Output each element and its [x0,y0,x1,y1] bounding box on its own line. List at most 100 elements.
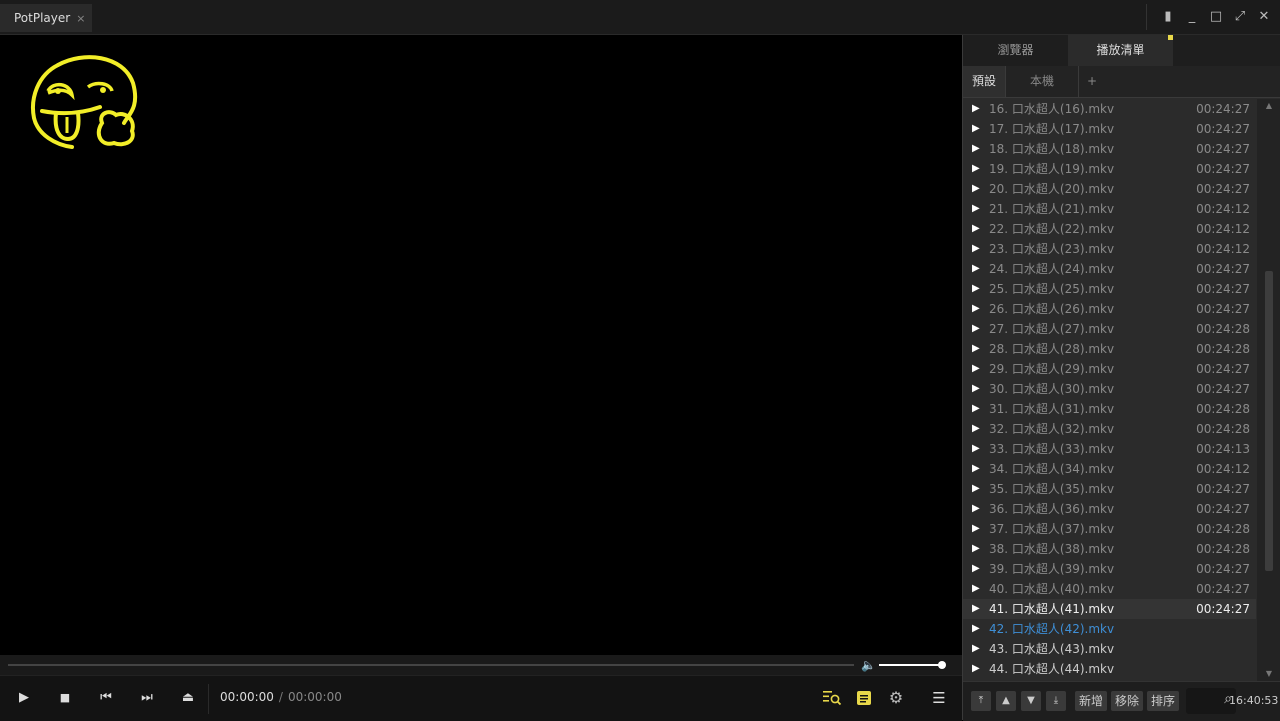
playlist-item[interactable]: ▶ 29. 口水超人(29).mkv 00:24:27 [963,359,1256,379]
playlist-item-duration: 00:24:27 [1196,582,1250,596]
stop-button[interactable]: ■ [54,688,76,708]
playlist-subtabs: 預設 本機 + [963,66,1280,98]
scroll-down-icon[interactable]: ▼ [1257,667,1280,681]
close-icon[interactable]: ✕ [1256,8,1272,26]
volume-slider[interactable] [879,664,941,666]
playlist-item[interactable]: ▶ 39. 口水超人(39).mkv 00:24:27 [963,559,1256,579]
playlist-item[interactable]: ▶ 22. 口水超人(22).mkv 00:24:12 [963,219,1256,239]
play-item-icon: ▶ [972,403,980,414]
playlist-item[interactable]: ▶ 36. 口水超人(36).mkv 00:24:27 [963,499,1256,519]
move-up-icon[interactable]: ▲ [996,691,1016,711]
playlist-item-name: 30. 口水超人(30).mkv [989,382,1115,396]
playlist-item-name: 16. 口水超人(16).mkv [989,102,1115,116]
play-item-icon: ▶ [972,663,980,674]
playlist-item[interactable]: ▶ 30. 口水超人(30).mkv 00:24:27 [963,379,1256,399]
playlist-item[interactable]: ▶ 37. 口水超人(37).mkv 00:24:28 [963,519,1256,539]
playlist-item-duration: 00:24:27 [1196,302,1250,316]
playlist-item-duration: 00:24:28 [1196,402,1250,416]
playlist-item-duration: 00:24:12 [1196,202,1250,216]
fullscreen-icon[interactable]: ⤢ [1232,8,1248,26]
playlist-scrollbar[interactable]: ▲ ▼ [1257,99,1280,681]
close-tab-icon[interactable]: × [76,12,85,25]
playlist-item[interactable]: ▶ 34. 口水超人(34).mkv 00:24:12 [963,459,1256,479]
control-bar: ▶ ■ ⏮ ⏭ ⏏ 00:00:00 / 00:00:00 ⚙ ☰ [0,675,962,721]
playlist-item[interactable]: ▶ 18. 口水超人(18).mkv 00:24:27 [963,139,1256,159]
move-top-icon[interactable]: ⤒ [971,691,991,711]
playlist-item-duration: 00:24:27 [1196,382,1250,396]
play-item-icon: ▶ [972,463,980,474]
playlist-item[interactable]: ▶ 41. 口水超人(41).mkv 00:24:27 [963,599,1256,619]
seek-bar[interactable] [8,664,854,666]
playlist-item-name: 20. 口水超人(20).mkv [989,182,1115,196]
seek-row: 🔈 [0,655,962,675]
volume-knob[interactable] [938,661,946,669]
remove-button[interactable]: 移除 [1111,691,1144,711]
playlist-item[interactable]: ▶ 24. 口水超人(24).mkv 00:24:27 [963,259,1256,279]
play-item-icon: ▶ [972,123,980,134]
maximize-icon[interactable]: □ [1208,8,1224,26]
playlist-item-name: 40. 口水超人(40).mkv [989,582,1115,596]
playlist-item[interactable]: ▶ 42. 口水超人(42).mkv [963,619,1256,639]
play-item-icon: ▶ [972,163,980,174]
scroll-thumb[interactable] [1265,271,1273,571]
volume-icon[interactable]: 🔈 [861,658,876,672]
playlist-search-icon[interactable] [822,689,842,707]
play-item-icon: ▶ [972,383,980,394]
playlist-item-name: 38. 口水超人(38).mkv [989,542,1115,556]
playlist-item[interactable]: ▶ 25. 口水超人(25).mkv 00:24:27 [963,279,1256,299]
settings-icon[interactable]: ⚙ [885,688,907,708]
previous-button[interactable]: ⏮ [95,688,117,708]
subtab-local[interactable]: 本機 [1006,66,1079,97]
playlist-item[interactable]: ▶ 33. 口水超人(33).mkv 00:24:13 [963,439,1256,459]
current-time: 00:00:00 [220,690,274,704]
playlist-item-name: 28. 口水超人(28).mkv [989,342,1115,356]
playlist-item[interactable]: ▶ 21. 口水超人(21).mkv 00:24:12 [963,199,1256,219]
playlist-item[interactable]: ▶ 23. 口水超人(23).mkv 00:24:12 [963,239,1256,259]
video-area[interactable] [0,35,962,655]
subtab-default[interactable]: 預設 [963,66,1006,97]
play-item-icon: ▶ [972,143,980,154]
tab-browser[interactable]: 瀏覽器 [963,35,1068,66]
playlist-item-name: 26. 口水超人(26).mkv [989,302,1115,316]
playlist-item-name: 18. 口水超人(18).mkv [989,142,1115,156]
playlist-item[interactable]: ▶ 44. 口水超人(44).mkv [963,659,1256,679]
playlist-item-name: 43. 口水超人(43).mkv [989,642,1115,656]
playlist-item-duration: 00:24:27 [1196,262,1250,276]
panel-tabs: 瀏覽器 播放清單 [963,35,1280,66]
playlist-item-duration: 00:24:27 [1196,602,1250,616]
playlist-item-duration: 00:24:27 [1196,562,1250,576]
playlist-item[interactable]: ▶ 38. 口水超人(38).mkv 00:24:28 [963,539,1256,559]
pin-icon[interactable]: ▮ [1160,8,1176,26]
next-button[interactable]: ⏭ [136,688,158,708]
playlist-item[interactable]: ▶ 35. 口水超人(35).mkv 00:24:27 [963,479,1256,499]
playlist-toggle-icon[interactable] [855,689,873,707]
playlist-item[interactable]: ▶ 40. 口水超人(40).mkv 00:24:27 [963,579,1256,599]
scroll-up-icon[interactable]: ▲ [1257,99,1280,113]
playlist-item[interactable]: ▶ 16. 口水超人(16).mkv 00:24:27 [963,99,1256,119]
playlist-item[interactable]: ▶ 43. 口水超人(43).mkv [963,639,1256,659]
move-down-icon[interactable]: ▼ [1021,691,1041,711]
playlist-item[interactable]: ▶ 26. 口水超人(26).mkv 00:24:27 [963,299,1256,319]
play-button[interactable]: ▶ [13,688,35,708]
playlist-item[interactable]: ▶ 32. 口水超人(32).mkv 00:24:28 [963,419,1256,439]
app-title-tab[interactable]: PotPlayer × [0,4,92,32]
playlist-item[interactable]: ▶ 27. 口水超人(27).mkv 00:24:28 [963,319,1256,339]
tab-playlist[interactable]: 播放清單 [1068,35,1173,66]
play-item-icon: ▶ [972,623,980,634]
playlist-item[interactable]: ▶ 28. 口水超人(28).mkv 00:24:28 [963,339,1256,359]
sort-button[interactable]: 排序 [1147,691,1180,711]
playlist-item[interactable]: ▶ 19. 口水超人(19).mkv 00:24:27 [963,159,1256,179]
eject-button[interactable]: ⏏ [177,688,199,708]
playlist-item-duration: 00:24:27 [1196,182,1250,196]
minimize-icon[interactable]: _ [1184,8,1200,26]
playlist-item[interactable]: ▶ 17. 口水超人(17).mkv 00:24:27 [963,119,1256,139]
subtab-add[interactable]: + [1079,66,1105,97]
total-duration: 00:00:00 [287,690,342,704]
menu-icon[interactable]: ☰ [928,688,950,708]
playlist-item[interactable]: ▶ 20. 口水超人(20).mkv 00:24:27 [963,179,1256,199]
playlist-item[interactable]: ▶ 31. 口水超人(31).mkv 00:24:28 [963,399,1256,419]
play-item-icon: ▶ [972,323,980,334]
clock: 16:40:53 [1229,694,1279,707]
add-button[interactable]: 新增 [1075,691,1108,711]
move-bottom-icon[interactable]: ⤓ [1046,691,1066,711]
